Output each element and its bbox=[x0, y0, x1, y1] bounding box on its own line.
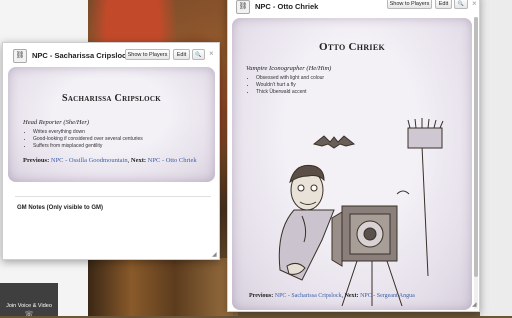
show-to-players-button[interactable]: Show to Players bbox=[125, 49, 170, 60]
edit-button[interactable]: Edit bbox=[173, 49, 190, 60]
flash-pole bbox=[421, 145, 429, 277]
edit-button[interactable]: Edit bbox=[435, 0, 452, 9]
npc-name: Sacharissa Cripslock bbox=[61, 93, 162, 104]
resize-handle-icon[interactable]: ◢ bbox=[212, 251, 217, 258]
close-icon[interactable]: × bbox=[472, 0, 477, 8]
search-icon: 🔍 bbox=[457, 1, 465, 7]
npc-role: Head Reporter (She/Her) bbox=[23, 119, 90, 126]
prev-link[interactable]: NPC - Sacharissa Cripslock bbox=[275, 293, 342, 299]
link-icon[interactable]: ⛓ bbox=[236, 0, 250, 14]
flash-rays bbox=[407, 118, 444, 129]
journal-dialog-otto: ⛓ NPC - Otto Chriek Show to Players Edit… bbox=[227, 0, 480, 312]
link-icon[interactable]: ⛓ bbox=[13, 49, 27, 63]
resize-handle-icon[interactable]: ◢ bbox=[472, 301, 477, 308]
list-item: Suffers from misplaced gentility bbox=[33, 143, 143, 150]
scroll-thumb[interactable] bbox=[474, 17, 478, 277]
bat-shape bbox=[312, 135, 356, 149]
npc-traits: Writes everything down Good-looking if c… bbox=[23, 129, 143, 150]
av-label: Join Voice & Video bbox=[6, 303, 52, 309]
list-item: Good-looking if considered over several … bbox=[33, 136, 143, 143]
search-button[interactable]: 🔍 bbox=[192, 49, 205, 60]
npc-name: Otto Chriek bbox=[319, 41, 385, 53]
npc-navigation: Previous: NPC - Sacharissa Cripslock, Ne… bbox=[249, 293, 415, 299]
npc-card: Otto Chriek Vampire Iconographer (He/Him… bbox=[232, 18, 472, 310]
show-to-players-button[interactable]: Show to Players bbox=[387, 0, 432, 9]
next-link[interactable]: NPC - Otto Chriek bbox=[148, 157, 197, 164]
dialog-titlebar[interactable]: ⛓ NPC - Sacharissa Cripslock Show to Pla… bbox=[3, 43, 219, 65]
close-icon[interactable]: × bbox=[209, 49, 214, 58]
npc-portrait-illustration bbox=[278, 118, 444, 306]
tripod-legs bbox=[341, 260, 403, 306]
dialog-titlebar[interactable]: ⛓ NPC - Otto Chriek Show to Players Edit… bbox=[228, 0, 479, 17]
search-button[interactable]: 🔍 bbox=[454, 0, 468, 9]
npc-navigation: Previous: NPC - Ossilla Goodmountain, Ne… bbox=[23, 157, 197, 164]
list-item: Obsessed with light and colour bbox=[256, 75, 324, 82]
dialog-title: NPC - Sacharissa Cripslock bbox=[32, 51, 131, 60]
join-voice-video-button[interactable]: Join Voice & Video ☏ bbox=[0, 283, 58, 318]
next-label: Next: bbox=[130, 157, 147, 164]
npc-traits: Obsessed with light and colour Wouldn't … bbox=[246, 75, 324, 96]
dialog-title: NPC - Otto Chriek bbox=[255, 2, 319, 11]
phone-icon: ☏ bbox=[24, 311, 34, 318]
journal-dialog-sacharissa: ⛓ NPC - Sacharissa Cripslock Show to Pla… bbox=[2, 42, 220, 260]
flash-lamp bbox=[407, 127, 443, 149]
npc-role: Vampire Iconographer (He/Him) bbox=[246, 65, 332, 72]
prev-label: Previous: bbox=[23, 157, 50, 164]
prev-label: Previous: bbox=[249, 293, 274, 299]
map-artwork-lower bbox=[88, 258, 233, 316]
canvas-background-right bbox=[480, 0, 512, 316]
search-icon: 🔍 bbox=[195, 52, 202, 58]
gm-notes-heading: GM Notes (Only visible to GM) bbox=[17, 205, 104, 211]
list-item: Thick Überwald accent bbox=[256, 89, 324, 96]
next-label: Next: bbox=[344, 293, 359, 299]
divider bbox=[15, 196, 211, 197]
prev-link[interactable]: NPC - Ossilla Goodmountain bbox=[51, 157, 128, 164]
scrollbar[interactable] bbox=[474, 17, 478, 309]
camera-bellows bbox=[331, 211, 343, 267]
list-item: Writes everything down bbox=[33, 129, 143, 136]
list-item: Wouldn't hurt a fly bbox=[256, 82, 324, 89]
npc-card: Sacharissa Cripslock Head Reporter (She/… bbox=[8, 67, 215, 182]
next-link[interactable]: NPC - Sergeant Angua bbox=[360, 293, 415, 299]
